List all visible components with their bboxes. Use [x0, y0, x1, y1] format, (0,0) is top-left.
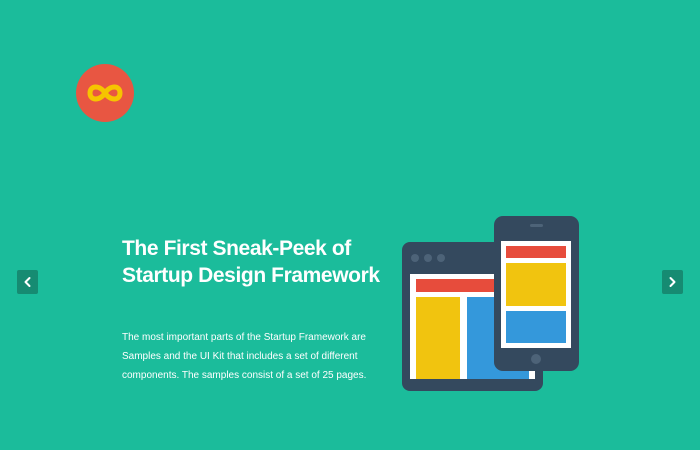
- infinity-icon: [87, 84, 123, 102]
- slider-next-button[interactable]: [662, 270, 683, 294]
- window-dot: [411, 254, 419, 262]
- hero-title: The First Sneak-Peek of Startup Design F…: [122, 237, 380, 287]
- slider-prev-button[interactable]: [17, 270, 38, 294]
- phone-home-button: [531, 354, 541, 364]
- hero-description: The most important parts of the Startup …: [122, 332, 367, 381]
- window-dot: [424, 254, 432, 262]
- brand-logo[interactable]: [76, 64, 134, 122]
- responsive-devices-icon: [402, 216, 579, 391]
- chevron-left-icon: [24, 277, 31, 287]
- chevron-right-icon: [669, 277, 676, 287]
- window-dot: [437, 254, 445, 262]
- phone-illustration: [494, 216, 579, 371]
